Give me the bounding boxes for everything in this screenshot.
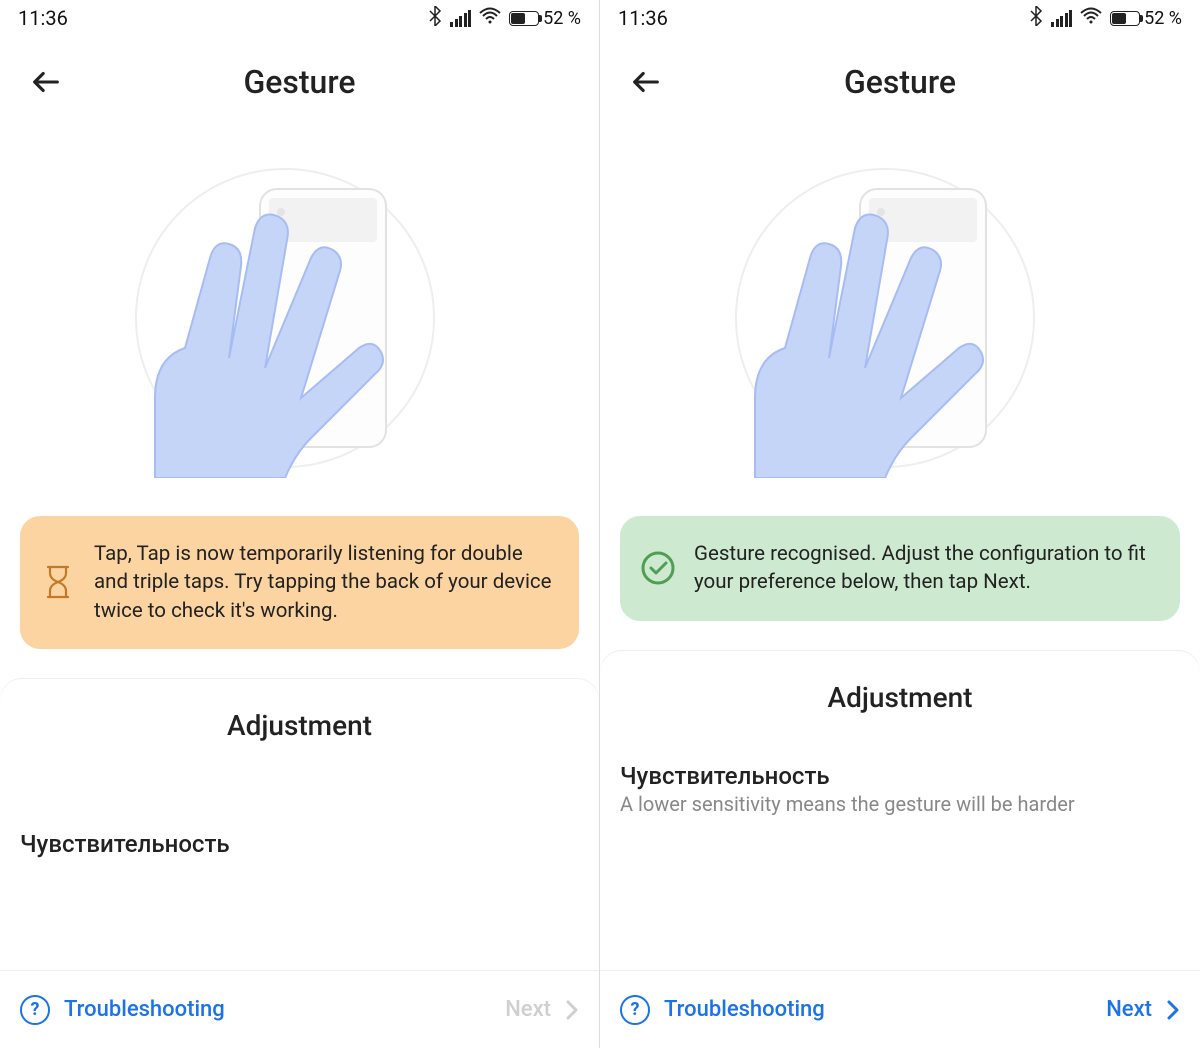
chevron-right-icon: [1166, 999, 1180, 1021]
gesture-illustration: [0, 128, 599, 498]
status-card-listening: Tap, Tap is now temporarily listening fo…: [20, 516, 579, 649]
hourglass-icon: [40, 564, 76, 600]
status-time: 11:36: [18, 6, 68, 30]
sensitivity-label: Чувствительность: [620, 762, 1180, 790]
hand-icon: [715, 198, 995, 478]
next-button: Next: [505, 997, 579, 1022]
troubleshooting-button[interactable]: ? Troubleshooting: [620, 995, 825, 1025]
wifi-icon: [479, 7, 501, 30]
sensitivity-label: Чувствительность: [20, 830, 579, 858]
back-button[interactable]: [26, 62, 66, 102]
bottom-bar: ? Troubleshooting Next: [0, 970, 599, 1048]
help-icon: ?: [620, 995, 650, 1025]
adjustment-title: Adjustment: [600, 681, 1200, 714]
battery-percent: 52 %: [1144, 8, 1182, 29]
battery-percent: 52 %: [543, 8, 581, 29]
bottom-bar: ? Troubleshooting Next: [600, 970, 1200, 1048]
bluetooth-icon: [428, 6, 442, 31]
status-icons: 52 %: [1029, 6, 1182, 31]
troubleshooting-button[interactable]: ? Troubleshooting: [20, 995, 225, 1025]
arrow-back-icon: [629, 65, 663, 99]
troubleshooting-label: Troubleshooting: [664, 997, 825, 1022]
adjustment-title: Adjustment: [0, 709, 599, 742]
arrow-back-icon: [29, 65, 63, 99]
next-label: Next: [1106, 997, 1152, 1022]
status-card-text: Tap, Tap is now temporarily listening fo…: [94, 540, 559, 625]
signal-icon: [1051, 10, 1072, 27]
chevron-right-icon: [565, 999, 579, 1021]
battery-icon: 52 %: [1110, 8, 1182, 29]
gesture-illustration: [600, 128, 1200, 498]
status-time: 11:36: [618, 6, 668, 30]
status-bar: 11:36 52 %: [0, 0, 599, 36]
status-card-success: Gesture recognised. Adjust the configura…: [620, 516, 1180, 621]
sensitivity-setting[interactable]: Чувствительность A lower sensitivity mea…: [600, 714, 1200, 816]
signal-icon: [450, 10, 471, 27]
next-label: Next: [505, 997, 551, 1022]
status-bar: 11:36 52 %: [600, 0, 1200, 36]
hand-icon: [115, 198, 395, 478]
title-bar: Gesture: [600, 36, 1200, 128]
page-title: Gesture: [0, 63, 599, 101]
help-icon: ?: [20, 995, 50, 1025]
troubleshooting-label: Troubleshooting: [64, 997, 225, 1022]
screen-right: 11:36 52 % Gesture: [600, 0, 1200, 1048]
next-button[interactable]: Next: [1106, 997, 1180, 1022]
status-card-text: Gesture recognised. Adjust the configura…: [694, 540, 1160, 597]
bluetooth-icon: [1029, 6, 1043, 31]
battery-icon: 52 %: [509, 8, 581, 29]
screen-left: 11:36 52 % Gesture: [0, 0, 600, 1048]
page-title: Gesture: [600, 63, 1200, 101]
wifi-icon: [1080, 7, 1102, 30]
sensitivity-setting[interactable]: Чувствительность: [0, 742, 599, 858]
status-icons: 52 %: [428, 6, 581, 31]
sensitivity-description: A lower sensitivity means the gesture wi…: [620, 792, 1180, 816]
back-button[interactable]: [626, 62, 666, 102]
check-circle-icon: [640, 550, 676, 586]
title-bar: Gesture: [0, 36, 599, 128]
